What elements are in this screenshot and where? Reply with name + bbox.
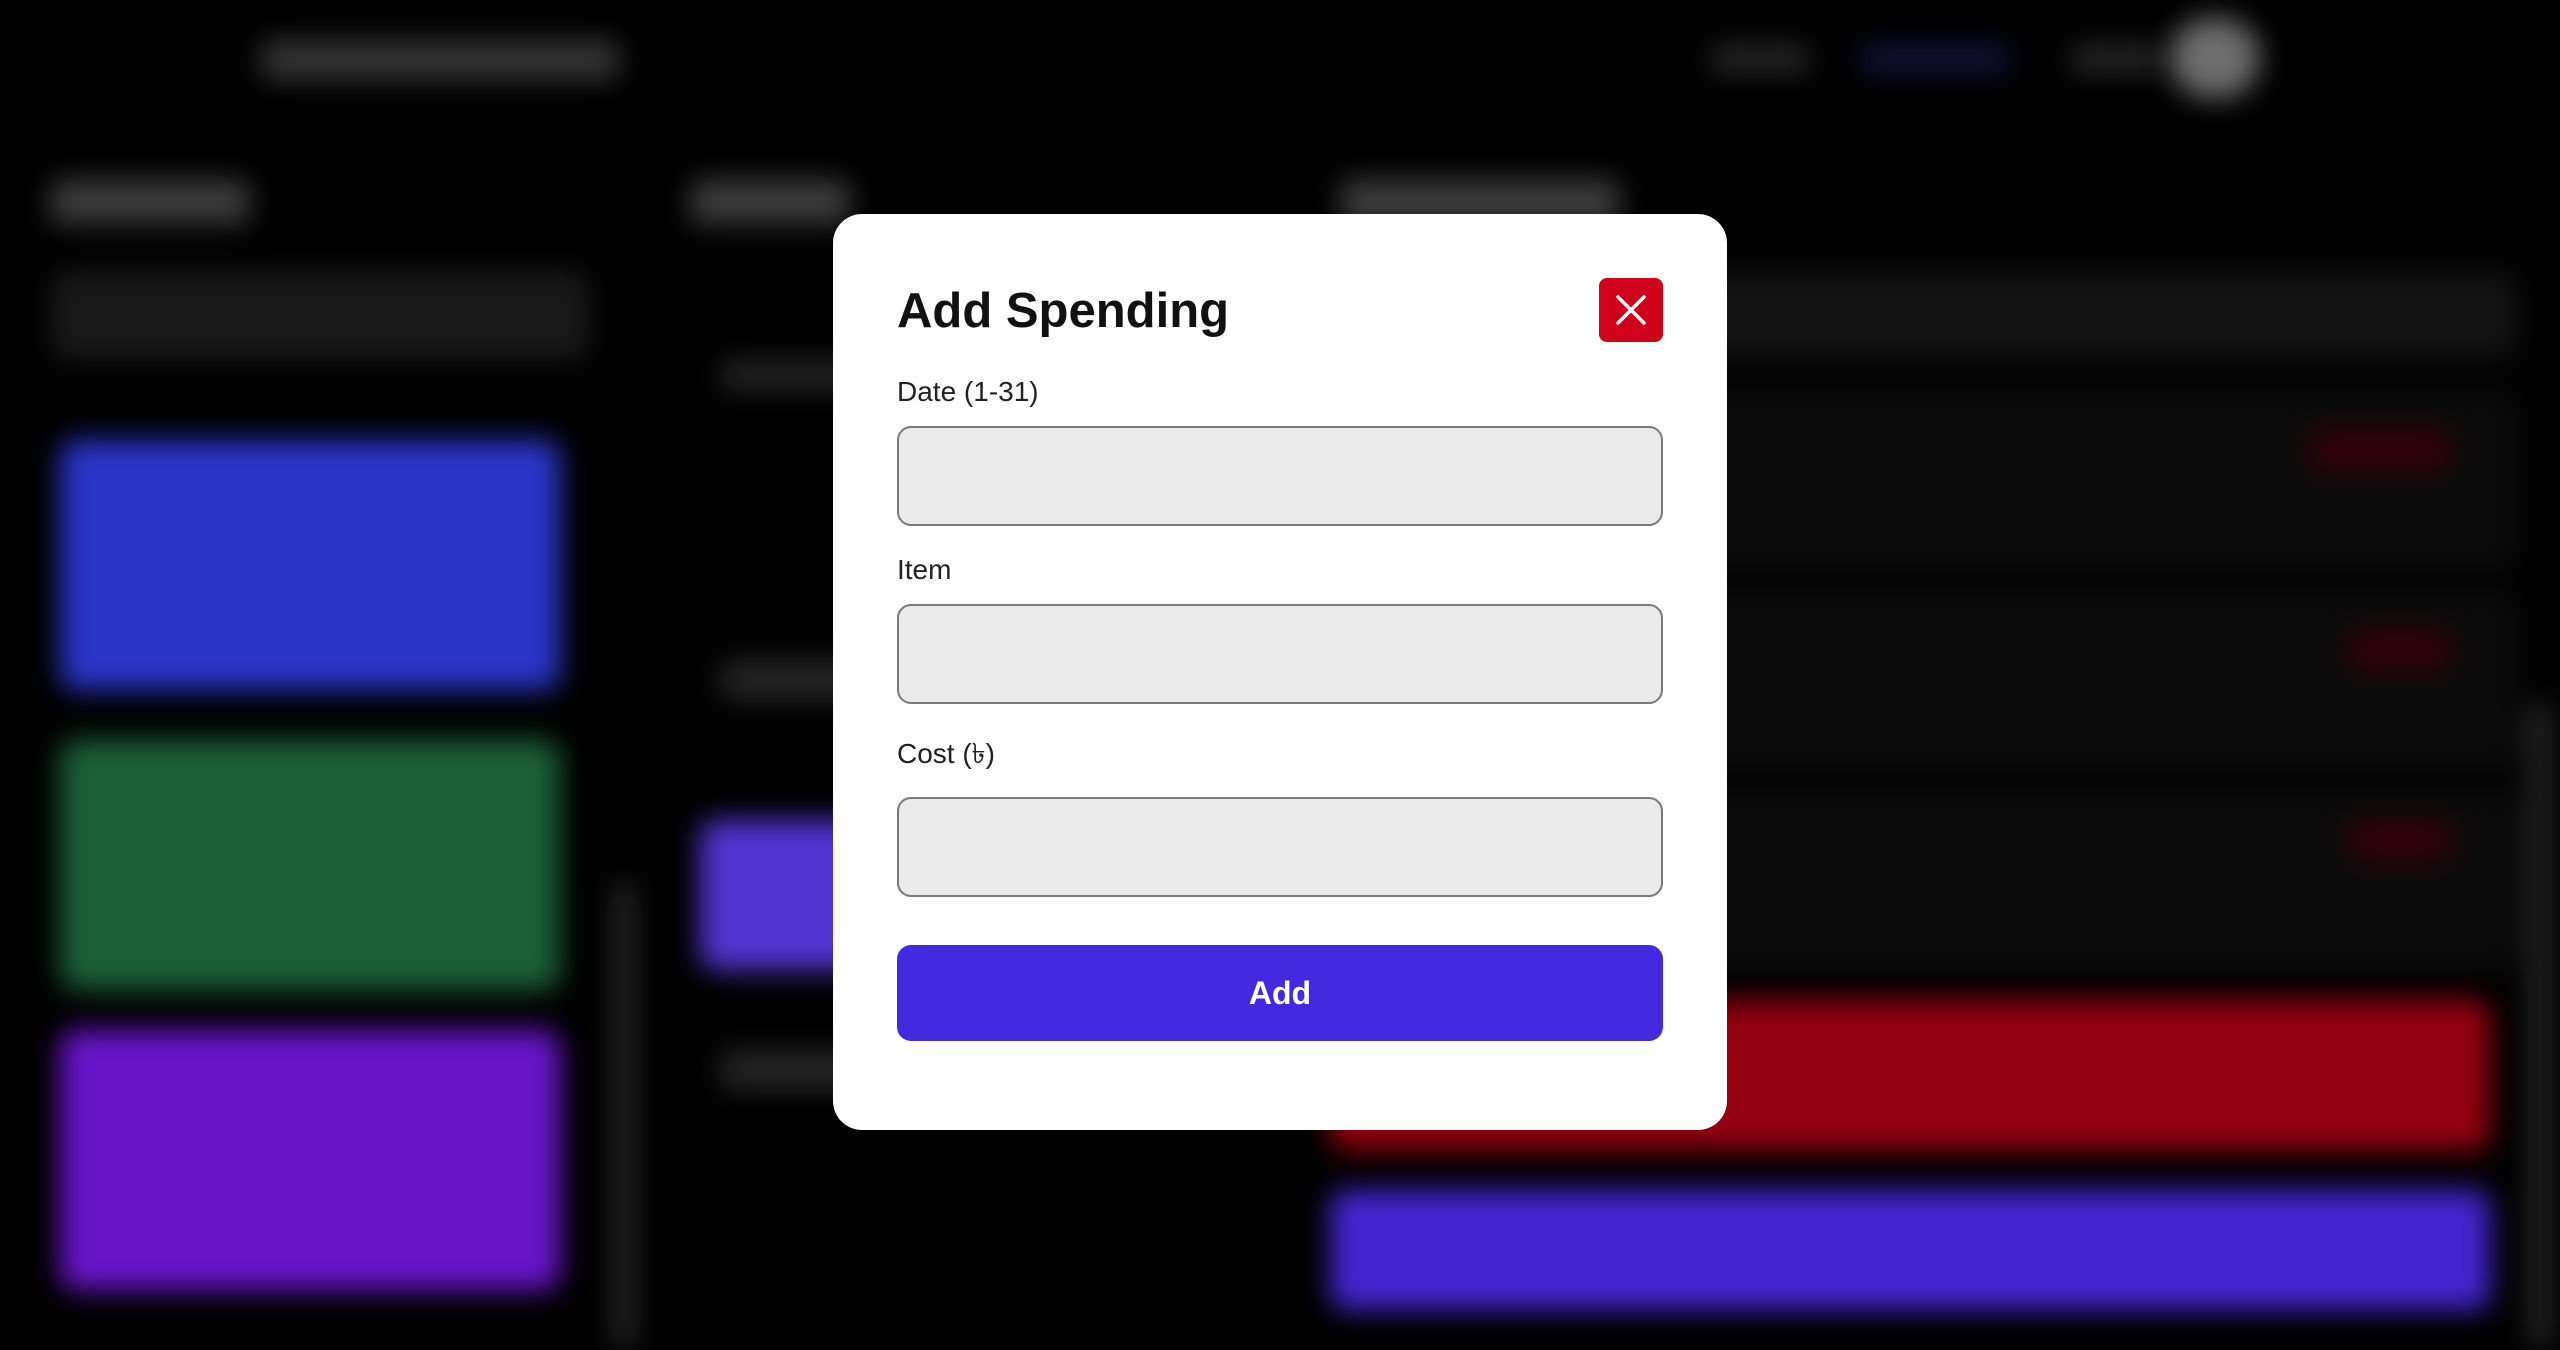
dialog-title: Add Spending: [897, 284, 1230, 338]
date-input[interactable]: [897, 426, 1663, 526]
bg-amount: [2350, 820, 2450, 860]
add-spending-dialog: Add Spending Date (1-31) Item Cost (৳) A…: [833, 214, 1727, 1130]
bg-nav-item: [2070, 44, 2160, 74]
cost-input[interactable]: [897, 797, 1663, 897]
bg-card-purple: [60, 1030, 560, 1290]
item-label: Item: [897, 554, 952, 585]
bg-scrollbar: [2528, 700, 2552, 1350]
bg-card-green: [60, 740, 560, 990]
bg-avatar: [2170, 18, 2260, 98]
close-icon: [1616, 295, 1646, 325]
cost-label: Cost (৳): [897, 738, 995, 769]
bg-column-heading: [690, 180, 850, 224]
date-label: Date (1-31): [897, 376, 1039, 407]
bg-amount: [2310, 430, 2450, 470]
bg-selector: [50, 270, 590, 360]
app-window: Add Spending Date (1-31) Item Cost (৳) A…: [0, 0, 2560, 1350]
bg-scrollbar: [612, 880, 636, 1350]
bg-nav-item: [1710, 44, 1810, 74]
bg-amount: [2350, 630, 2450, 670]
add-button[interactable]: Add: [897, 945, 1663, 1041]
dialog-header: Add Spending: [897, 278, 1663, 348]
bg-nav-item-active: [1860, 44, 2010, 74]
bg-app-title: [260, 40, 620, 80]
item-input[interactable]: [897, 604, 1663, 704]
close-button[interactable]: [1599, 278, 1663, 342]
add-spending-form: Date (1-31) Item Cost (৳) Add: [897, 376, 1663, 1041]
bg-card-blue: [60, 440, 560, 690]
bg-action-banner: [1330, 1190, 2490, 1310]
bg-column-heading: [50, 180, 250, 224]
